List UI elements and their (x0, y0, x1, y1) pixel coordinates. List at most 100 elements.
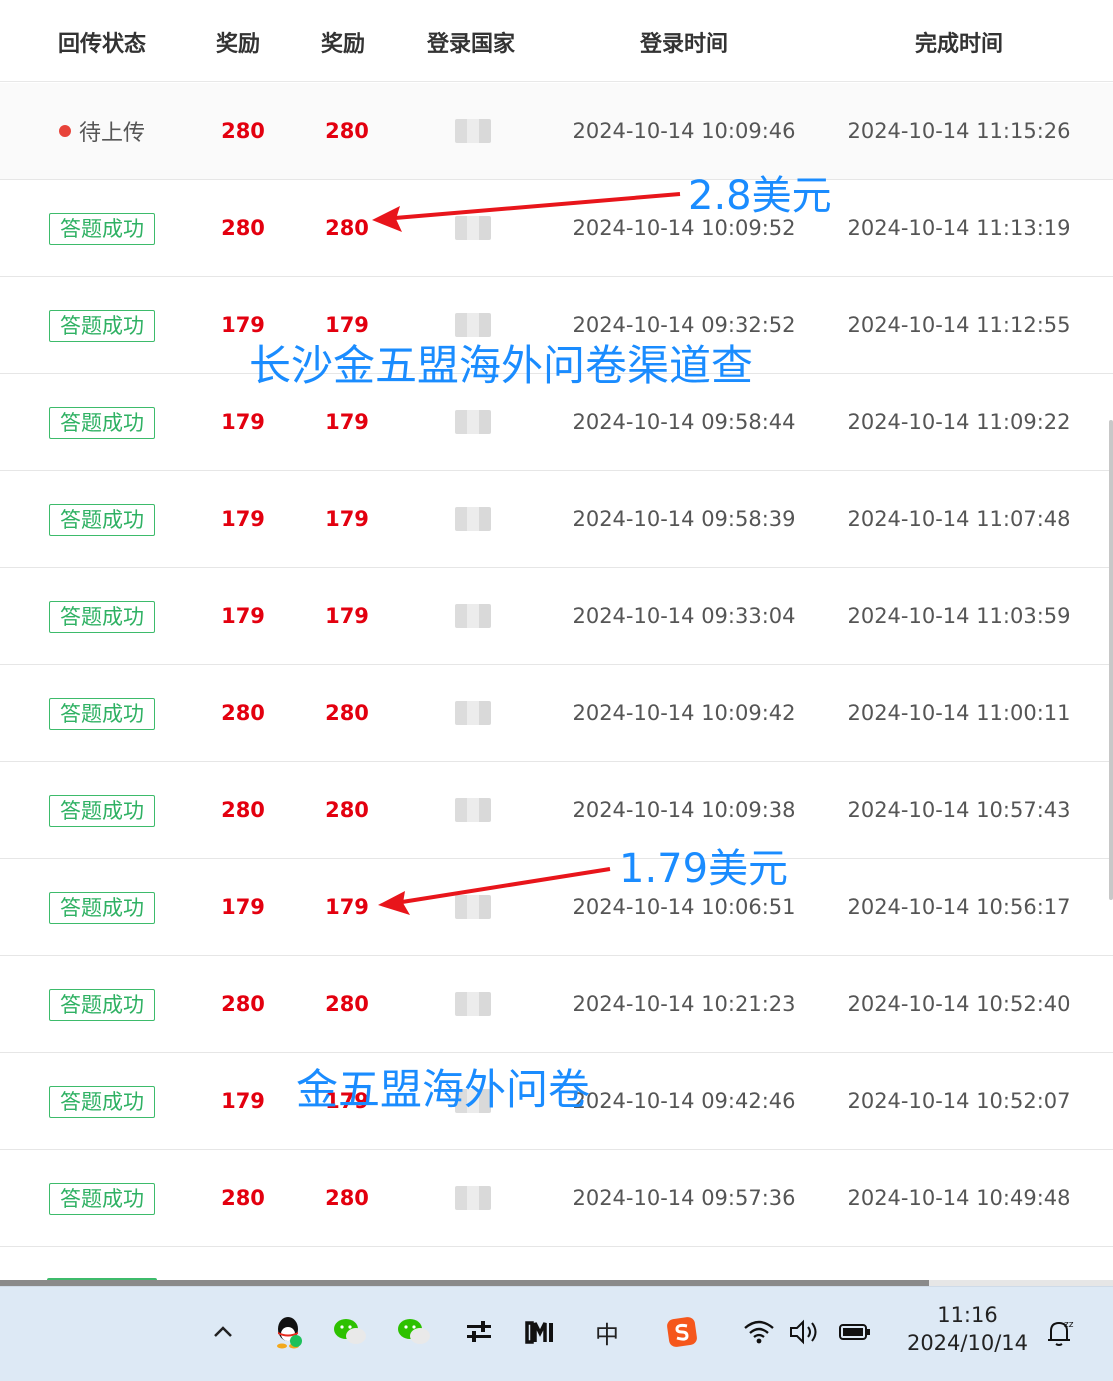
status-pending: 待上传 (58, 115, 145, 147)
m-app-icon[interactable] (523, 1315, 557, 1349)
status-badge: 答题成功 (49, 407, 155, 439)
clock-date: 2024/10/14 (906, 1331, 1028, 1355)
country-flag-icon (455, 992, 491, 1016)
col-header-complete-time[interactable]: 完成时间 (915, 26, 1003, 58)
country-cell (455, 216, 491, 240)
status-cell: 答题成功 (49, 213, 155, 245)
reward-cell-2: 280 (325, 701, 369, 725)
status-badge: 答题成功 (49, 1086, 155, 1118)
status-cell: 答题成功 (49, 795, 155, 827)
reward-cell: 280 (221, 701, 265, 725)
country-cell (455, 119, 491, 143)
complete-time-cell: 2024-10-14 11:09:22 (847, 410, 1071, 434)
login-time-cell: 2024-10-14 09:58:44 (572, 410, 796, 434)
reward-cell: 280 (221, 798, 265, 822)
annotation-usd-280: 2.8美元 (688, 173, 832, 219)
system-clock[interactable]: 11:16 2024/10/14 (907, 1303, 1028, 1355)
status-cell: 答题成功 (49, 504, 155, 536)
col-header-reward-2[interactable]: 奖励 (321, 26, 365, 58)
reward-cell-2: 280 (325, 216, 369, 240)
country-flag-icon (455, 798, 491, 822)
status-badge: 答题成功 (49, 213, 155, 245)
table-row[interactable]: 答题成功 179 179 2024-10-14 09:33:04 2024-10-14 … (0, 568, 1113, 665)
complete-time-cell: 2024-10-14 10:52:07 (847, 1089, 1071, 1113)
status-badge: 答题成功 (49, 892, 155, 924)
status-badge: 答题成功 (49, 1183, 155, 1215)
col-header-login-time[interactable]: 登录时间 (640, 26, 728, 58)
table-row[interactable]: 答题成功 280 280 2024-10-14 09:57:36 2024-10-14 … (0, 1150, 1113, 1247)
table-row[interactable]: 答题成功 179 179 2024-10-14 09:58:39 2024-10-14 … (0, 471, 1113, 568)
table-row[interactable]: 待上传 280 280 2024-10-14 10:09:46 2024-10-14 1… (0, 83, 1113, 180)
pending-dot-icon (58, 125, 71, 137)
table-row[interactable]: 答题成功 280 280 2024-10-14 10:21:23 2024-10-14 … (0, 956, 1113, 1053)
annotation-usd-179: 1.79美元 (619, 846, 789, 892)
vertical-scrollbar[interactable] (1109, 420, 1113, 900)
status-badge: 答题成功 (49, 989, 155, 1021)
wechat-icon[interactable] (333, 1315, 367, 1349)
login-time-cell: 2024-10-14 10:21:23 (572, 992, 796, 1016)
col-header-status[interactable]: 回传状态 (58, 26, 146, 58)
table-row[interactable]: 答题成功 280 280 2024-10-14 10:09:42 2024-10-14 … (0, 665, 1113, 762)
reward-cell-2: 179 (325, 507, 369, 531)
country-cell (455, 1186, 491, 1210)
country-flag-icon (455, 410, 491, 434)
svg-text:zz: zz (1064, 1320, 1074, 1330)
table-header: 回传状态 奖励 奖励 登录国家 登录时间 完成时间 (0, 0, 1113, 82)
status-badge: 答题成功 (49, 601, 155, 633)
country-flag-icon (455, 216, 491, 240)
col-header-reward-1[interactable]: 奖励 (216, 26, 260, 58)
reward-cell-2: 280 (325, 798, 369, 822)
status-badge: 答题成功 (49, 795, 155, 827)
reward-cell: 280 (221, 216, 265, 240)
login-time-cell: 2024-10-14 09:57:36 (572, 1186, 796, 1210)
reward-cell: 179 (221, 604, 265, 628)
notification-icon[interactable]: zz (1042, 1315, 1076, 1349)
login-time-cell: 2024-10-14 10:09:46 (572, 119, 796, 143)
sogou-input-icon[interactable] (665, 1315, 699, 1349)
status-cell: 待上传 (58, 115, 145, 147)
taskbar: 中 11:16 2024/10/14 zz (0, 1286, 1113, 1381)
status-badge: 答题成功 (49, 504, 155, 536)
complete-time-cell: 2024-10-14 10:56:17 (847, 895, 1071, 919)
country-cell (455, 895, 491, 919)
complete-time-cell: 2024-10-14 10:49:48 (847, 1186, 1071, 1210)
complete-time-cell: 2024-10-14 11:03:59 (847, 604, 1071, 628)
reward-cell-2: 179 (325, 410, 369, 434)
complete-time-cell: 2024-10-14 11:07:48 (847, 507, 1071, 531)
wechat-icon-2[interactable] (397, 1315, 431, 1349)
reward-cell: 280 (221, 1186, 265, 1210)
country-cell (455, 798, 491, 822)
chevron-up-icon[interactable] (206, 1315, 240, 1349)
reward-cell: 179 (221, 410, 265, 434)
col-header-country[interactable]: 登录国家 (427, 26, 515, 58)
reward-cell-2: 179 (325, 895, 369, 919)
login-time-cell: 2024-10-14 09:33:04 (572, 604, 796, 628)
ime-zhong-icon[interactable]: 中 (590, 1315, 624, 1349)
status-badge: 答题成功 (49, 698, 155, 730)
country-flag-icon (455, 895, 491, 919)
status-cell: 答题成功 (49, 407, 155, 439)
reward-cell-2: 179 (325, 604, 369, 628)
battery-icon[interactable] (838, 1315, 872, 1349)
login-time-cell: 2024-10-14 10:06:51 (572, 895, 796, 919)
annotation-watermark-top: 长沙金五盟海外问卷渠道查 (249, 341, 754, 390)
reward-cell: 179 (221, 895, 265, 919)
settings-sliders-icon[interactable] (462, 1315, 496, 1349)
reward-cell-2: 280 (325, 1186, 369, 1210)
qq-icon[interactable] (271, 1315, 305, 1349)
login-time-cell: 2024-10-14 10:09:38 (572, 798, 796, 822)
status-cell: 答题成功 (49, 310, 155, 342)
login-time-cell: 2024-10-14 09:58:39 (572, 507, 796, 531)
complete-time-cell: 2024-10-14 11:15:26 (847, 119, 1071, 143)
wifi-icon[interactable] (742, 1315, 776, 1349)
table-row[interactable]: 答题成功 179 179 2024-10-14 10:06:51 2024-10-14 … (0, 859, 1113, 956)
table-row[interactable]: 答题成功 280 280 2024-10-14 10:09:38 2024-10-14 … (0, 762, 1113, 859)
volume-icon[interactable] (788, 1315, 822, 1349)
country-flag-icon (455, 507, 491, 531)
reward-cell: 179 (221, 1089, 265, 1113)
country-cell (455, 992, 491, 1016)
country-cell (455, 507, 491, 531)
complete-time-cell: 2024-10-14 10:57:43 (847, 798, 1071, 822)
country-cell (455, 701, 491, 725)
table-row[interactable]: 答题成功 280 280 2024-10-14 10:09:52 2024-10-14 … (0, 180, 1113, 277)
